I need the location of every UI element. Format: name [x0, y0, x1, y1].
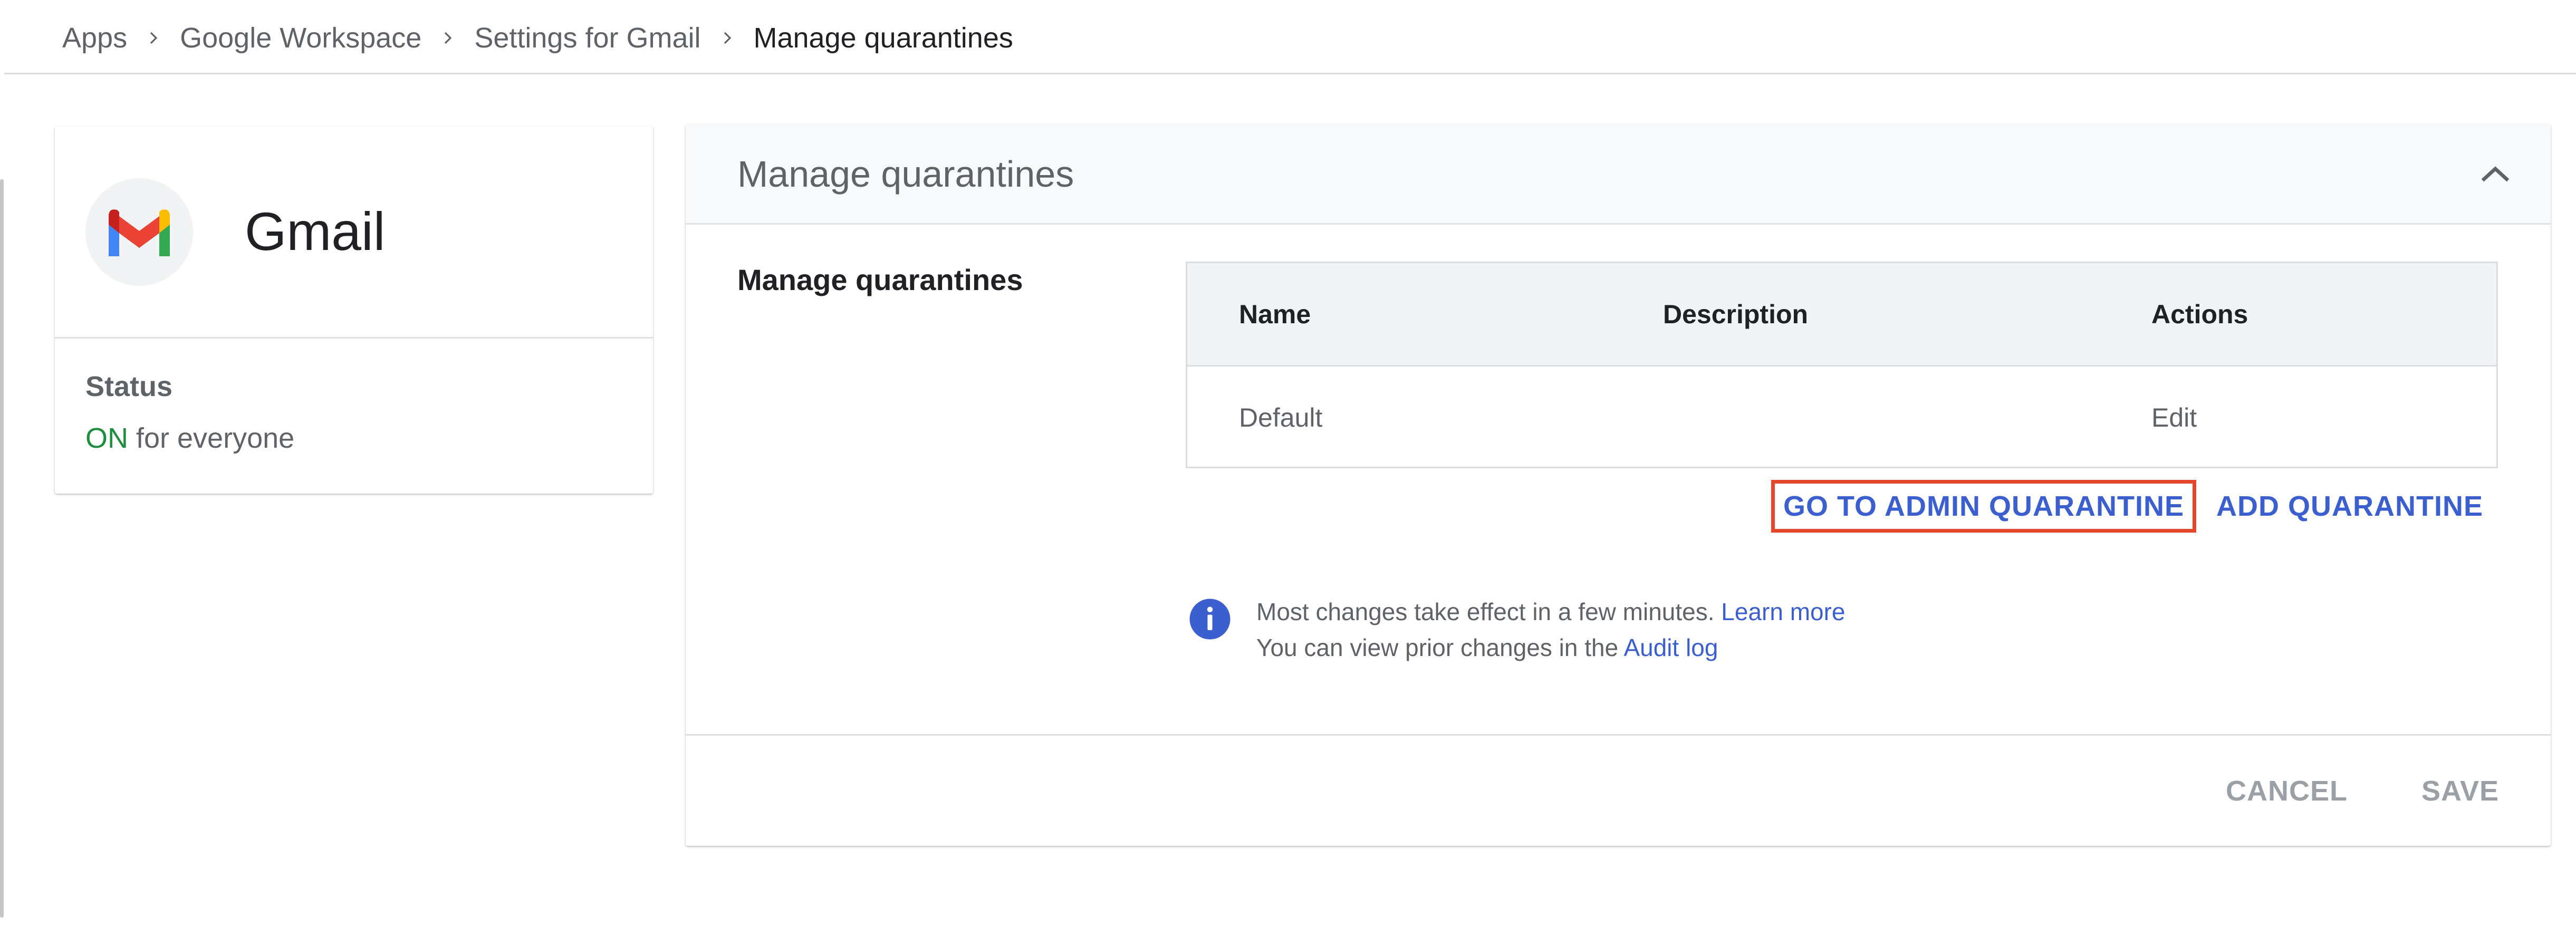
- status-value: ON: [85, 422, 128, 454]
- breadcrumb-settings-for-gmail[interactable]: Settings for Gmail: [474, 22, 700, 54]
- page: Apps Google Workspace Settings for Gmail…: [0, 0, 2576, 945]
- status-line: ON for everyone: [85, 422, 653, 455]
- info-line-1: Most changes take effect in a few minute…: [1256, 594, 1846, 630]
- edit-link[interactable]: Edit: [2151, 367, 2197, 468]
- info-line-2-text: You can view prior changes in the: [1256, 634, 1624, 661]
- left-edge-bar: [0, 179, 4, 918]
- manage-quarantines-panel: Manage quarantines Manage quarantines Na…: [686, 124, 2551, 846]
- learn-more-link[interactable]: Learn more: [1721, 598, 1845, 625]
- breadcrumb: Apps Google Workspace Settings for Gmail…: [62, 19, 1013, 57]
- info-icon: [1189, 599, 1231, 640]
- gmail-logo-icon: [85, 178, 193, 286]
- app-card: Gmail Status ON for everyone: [55, 127, 653, 494]
- header-description: Description: [1663, 299, 1809, 329]
- table-header-row: Name Description Actions: [1187, 263, 2496, 367]
- quarantine-table: Name Description Actions Default Edit: [1186, 262, 2498, 468]
- status-label: Status: [85, 371, 173, 402]
- panel-header[interactable]: Manage quarantines: [686, 124, 2551, 225]
- breadcrumb-current: Manage quarantines: [753, 22, 1013, 54]
- save-button[interactable]: SAVE: [2421, 775, 2499, 807]
- chevron-up-icon: [2481, 166, 2510, 182]
- status-suffix: for everyone: [128, 422, 295, 454]
- table-row: Default Edit: [1187, 367, 2496, 468]
- panel-footer: CANCEL SAVE: [686, 734, 2551, 846]
- collapse-button[interactable]: [2472, 150, 2519, 198]
- app-status-section: Status ON for everyone: [55, 339, 653, 455]
- header-actions: Actions: [2151, 299, 2248, 329]
- breadcrumb-google-workspace[interactable]: Google Workspace: [180, 22, 421, 54]
- go-to-admin-quarantine-button[interactable]: GO TO ADMIN QUARANTINE: [1771, 480, 2196, 533]
- chevron-right-icon: [421, 19, 474, 57]
- chevron-right-icon: [127, 19, 180, 57]
- info-line-1-text: Most changes take effect in a few minute…: [1256, 598, 1722, 625]
- table-actions: GO TO ADMIN QUARANTINE ADD QUARANTINE: [1771, 480, 2483, 533]
- section-label: Manage quarantines: [737, 263, 1023, 296]
- add-quarantine-button[interactable]: ADD QUARANTINE: [2216, 490, 2483, 523]
- app-name: Gmail: [245, 201, 386, 262]
- info-text: Most changes take effect in a few minute…: [1256, 594, 1846, 666]
- app-card-header: Gmail: [55, 127, 653, 339]
- chevron-right-icon: [701, 19, 754, 57]
- row-name: Default: [1239, 402, 1323, 432]
- panel-title: Manage quarantines: [737, 153, 1074, 195]
- info-line-2: You can view prior changes in the Audit …: [1256, 630, 1846, 666]
- header-name: Name: [1239, 299, 1311, 329]
- info-notice: Most changes take effect in a few minute…: [1188, 594, 1846, 666]
- cancel-button[interactable]: CANCEL: [2226, 775, 2348, 807]
- audit-log-link[interactable]: Audit log: [1623, 634, 1718, 661]
- header-divider: [4, 73, 2576, 74]
- breadcrumb-apps[interactable]: Apps: [62, 22, 127, 54]
